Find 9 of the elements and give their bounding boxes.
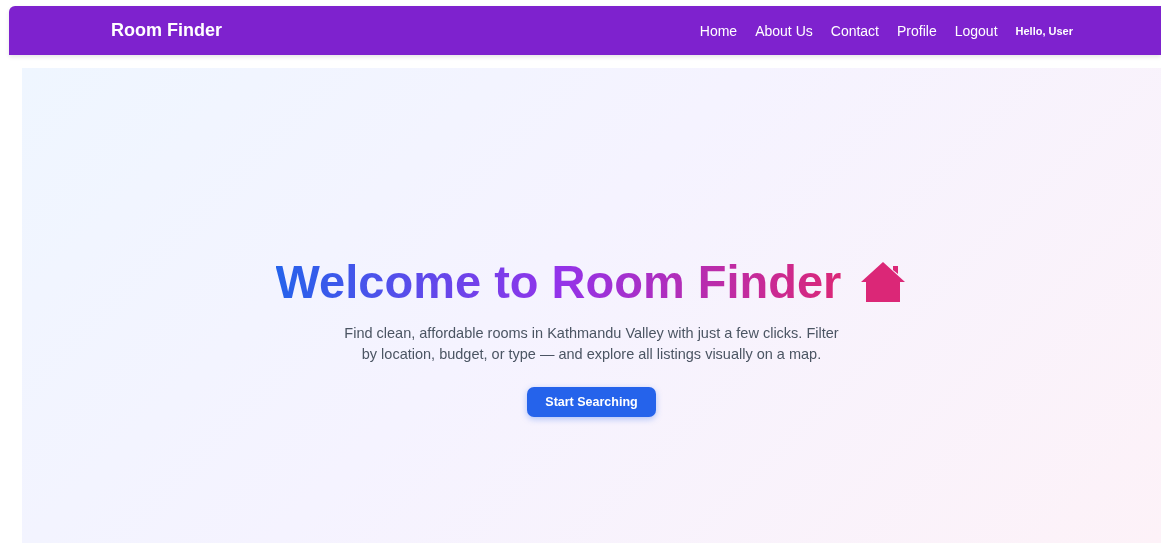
nav-link[interactable]: Logout bbox=[954, 22, 998, 39]
hero-description: Find clean, affordable rooms in Kathmandu Valley with just a few clicks. Filter by location, budget, or type — and explore all listings visually on a map. bbox=[343, 324, 840, 364]
nav-link[interactable]: Contact bbox=[830, 22, 879, 39]
nav-link[interactable]: About Us bbox=[755, 22, 813, 39]
nav-link[interactable]: Profile bbox=[897, 22, 937, 39]
nav-link[interactable]: Home bbox=[699, 22, 738, 39]
brand-logo[interactable]: Room Finder bbox=[111, 20, 222, 41]
start-searching-button[interactable]: Start Searching bbox=[527, 387, 656, 417]
user-greeting: Hello, User bbox=[1015, 24, 1073, 37]
